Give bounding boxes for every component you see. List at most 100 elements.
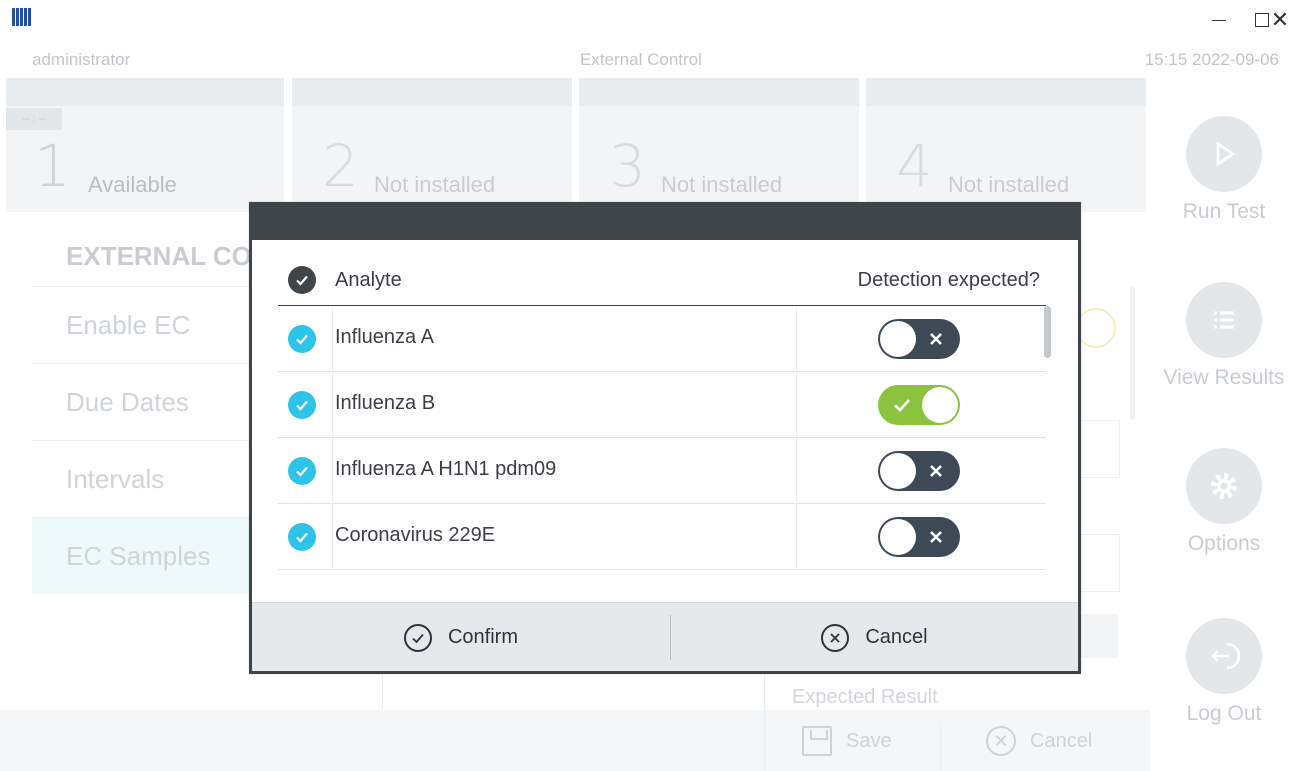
expected-result-label: Expected Result (792, 686, 938, 708)
view-results-label: View Results (1163, 366, 1285, 389)
run-test-button[interactable]: Run Test (1162, 116, 1286, 224)
log-out-label: Log Out (1186, 702, 1262, 725)
cancel-button[interactable]: Cancel (671, 603, 1078, 672)
dialog-header (249, 202, 1081, 240)
view-results-button[interactable]: View Results (1162, 282, 1286, 390)
x-icon (930, 465, 942, 477)
x-icon (930, 333, 942, 345)
divider (764, 672, 765, 771)
qiagen-logo-icon (12, 8, 32, 26)
analyte-name: Coronavirus 229E (335, 524, 496, 546)
cancel-label: Cancel (865, 626, 928, 648)
save-icon (802, 726, 832, 756)
background-field[interactable] (1076, 534, 1120, 592)
list-icon (1186, 282, 1262, 358)
dialog-footer: Confirm Cancel (252, 602, 1078, 671)
module-progress-bar (866, 78, 1146, 106)
background-save-button[interactable]: Save (802, 726, 892, 756)
cancel-x-icon (821, 623, 850, 652)
divider (940, 724, 941, 771)
toggle-knob (880, 519, 916, 555)
table-row: Influenza B (278, 372, 1046, 438)
module-number: 2 (322, 132, 359, 200)
gear-icon (1186, 448, 1262, 524)
divider (796, 504, 797, 570)
module-status: Available (88, 172, 177, 197)
module-status: Not installed (374, 172, 496, 197)
module-progress-bar (579, 78, 859, 106)
background-field[interactable] (1076, 420, 1120, 478)
module-progress-bar (292, 78, 572, 106)
analyte-column-header: Analyte (335, 269, 402, 291)
check-icon (296, 532, 308, 543)
analyte-table: Analyte Detection expected? Influenza A … (278, 254, 1046, 570)
x-icon (930, 531, 942, 543)
toggle-knob (880, 321, 916, 357)
module-number: 4 (896, 132, 933, 200)
logout-icon (1186, 618, 1262, 694)
confirm-check-icon (403, 623, 432, 652)
detection-toggle[interactable] (878, 385, 960, 425)
row-checkbox[interactable] (288, 457, 316, 485)
analyte-name: Influenza B (335, 392, 436, 414)
background-strip (1076, 614, 1118, 658)
background-scrollbar[interactable] (1130, 286, 1135, 420)
check-icon (296, 400, 308, 411)
cancel-label: Cancel (1030, 729, 1093, 752)
play-icon (1186, 116, 1262, 192)
options-label: Options (1187, 532, 1261, 555)
module-progress-bar (6, 78, 284, 106)
module-1[interactable]: -- : -- 1 Available (6, 78, 284, 212)
toggle-knob (922, 387, 958, 423)
detection-toggle[interactable] (878, 517, 960, 557)
module-3[interactable]: 3 Not installed (579, 78, 859, 212)
background-cancel-button[interactable]: ✕ Cancel (986, 726, 1092, 756)
divider (796, 372, 797, 438)
table-row: Influenza A (278, 306, 1046, 372)
module-status: Not installed (661, 172, 783, 197)
dialog-scrollbar[interactable] (1044, 306, 1051, 358)
detection-dialog: Analyte Detection expected? Influenza A … (249, 202, 1081, 674)
status-bar: administrator External Control 15:15 202… (0, 46, 1301, 78)
row-checkbox[interactable] (288, 523, 316, 551)
select-all-checkbox[interactable] (288, 266, 316, 294)
confirm-button[interactable]: Confirm (252, 603, 670, 672)
run-test-label: Run Test (1182, 200, 1266, 223)
analyte-name: Influenza A (335, 326, 434, 348)
divider (332, 504, 333, 570)
table-header: Analyte Detection expected? (278, 254, 1046, 306)
table-row: Influenza A H1N1 pdm09 (278, 438, 1046, 504)
divider (796, 438, 797, 504)
user-name: administrator (32, 50, 131, 69)
check-icon (894, 399, 910, 412)
divider (332, 438, 333, 504)
background-toggle[interactable] (1076, 308, 1116, 348)
options-button[interactable]: Options (1162, 448, 1286, 556)
row-checkbox[interactable] (288, 325, 316, 353)
divider (332, 306, 333, 372)
close-icon[interactable]: ✕ (1266, 6, 1294, 34)
window-titlebar: ✕ (0, 0, 1301, 40)
analyte-name: Influenza A H1N1 pdm09 (335, 458, 557, 480)
module-number: 3 (609, 132, 646, 200)
check-icon (296, 275, 308, 286)
minimize-icon[interactable] (1205, 6, 1233, 34)
bottom-bar (0, 710, 1150, 771)
detection-column-header: Detection expected? (857, 269, 1040, 291)
log-out-button[interactable]: Log Out (1162, 618, 1286, 726)
module-timer: -- : -- (6, 108, 62, 130)
module-status: Not installed (948, 172, 1070, 197)
module-2[interactable]: 2 Not installed (292, 78, 572, 212)
detection-toggle[interactable] (878, 319, 960, 359)
divider (332, 372, 333, 438)
module-number: 1 (34, 132, 71, 200)
check-icon (296, 466, 308, 477)
row-checkbox[interactable] (288, 391, 316, 419)
toggle-knob (880, 453, 916, 489)
module-4[interactable]: 4 Not installed (866, 78, 1146, 212)
detection-toggle[interactable] (878, 451, 960, 491)
check-icon (296, 334, 308, 345)
confirm-label: Confirm (447, 626, 518, 648)
screen-title: External Control (580, 50, 702, 69)
cancel-icon: ✕ (986, 726, 1016, 756)
